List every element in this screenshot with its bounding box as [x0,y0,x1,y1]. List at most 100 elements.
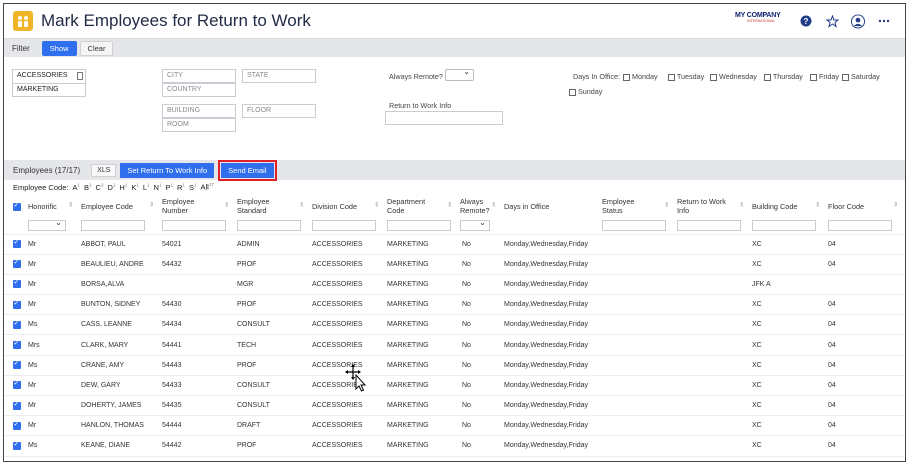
column-header-department-code[interactable]: Department Code ⇕ [385,194,458,218]
letter-filter-all[interactable]: All17 [200,182,213,192]
show-button[interactable]: Show [41,40,77,56]
row-checkbox[interactable] [13,339,21,350]
letter-filter-link[interactable]: L1 [143,182,150,192]
day-checkbox[interactable] [710,73,717,81]
employee-code-filter-input[interactable] [81,220,145,232]
letter-filter-link[interactable]: S1 [189,182,197,192]
day-option-thursday[interactable]: Thursday [764,72,803,81]
day-option-wednesday[interactable]: Wednesday [710,72,757,81]
row-checkbox[interactable] [13,420,21,430]
building-code-filter-input[interactable] [752,220,816,232]
letter-filter-link[interactable]: D1 [107,182,115,192]
column-header-always-remote[interactable]: Always Remote? ⇕ [458,194,502,218]
day-option-monday[interactable]: Monday [623,72,658,81]
sort-arrows-icon[interactable]: ⇕ [224,202,229,211]
letter-filter-link[interactable]: A1 [72,182,80,192]
honorific-filter-select[interactable] [28,218,66,232]
state-input[interactable]: STATE [242,69,316,83]
employee-number-filter-input[interactable] [162,220,226,232]
column-header-employee-number[interactable]: Employee Number ⇕ [160,194,235,218]
sort-arrows-icon[interactable]: ⇕ [893,202,898,211]
list-picker-icon[interactable] [77,72,83,80]
table-row[interactable]: MrBORSA,ALVA MGRACCESSORIESMARKETINGNoMon… [4,274,904,296]
column-header-employee-status[interactable]: Employee Status ⇕ [600,194,675,218]
letter-filter-link[interactable]: H1 [119,182,127,192]
row-checkbox[interactable] [13,359,21,370]
day-option-saturday[interactable]: Saturday [842,72,880,81]
clear-button[interactable]: Clear [79,40,114,56]
employee-status-filter-input[interactable] [602,220,666,232]
column-header-return-to-work-info[interactable]: Return to Work Info ⇕ [675,194,750,218]
day-option-friday[interactable]: Friday [810,72,839,81]
table-row[interactable]: MrABBOT, PAUL54021ADMINACCESSORIESMARKET… [4,234,904,255]
export-xls-button[interactable]: XLS [91,163,117,177]
building-input[interactable]: BUILDING [162,104,236,118]
row-checkbox[interactable] [13,400,21,410]
set-return-info-button[interactable]: Set Return To Work Info [120,162,215,178]
row-checkbox[interactable] [13,379,21,390]
division-listbox-item[interactable]: ACCESSORIES [12,69,86,83]
column-header-employee-standard[interactable]: Employee Standard ⇕ [235,194,310,218]
division-listbox-item[interactable]: MARKETING [12,83,86,97]
row-checkbox[interactable] [13,258,21,269]
table-row[interactable]: MsCRANE, AMY54443PROFACCESSORIESMARKETIN… [4,355,904,376]
column-header-floor-code[interactable]: Floor Code ⇕ [826,194,904,218]
sort-arrows-icon[interactable]: ⇕ [149,202,154,211]
country-input[interactable]: COUNTRY [162,83,236,97]
day-option-sunday[interactable]: Sunday [569,87,602,96]
day-checkbox[interactable] [810,73,817,81]
day-checkbox[interactable] [569,88,576,96]
table-row[interactable]: MrBEAULIEU, ANDRE54432PROFACCESSORIESMAR… [4,254,904,275]
letter-filter-link[interactable]: P1 [165,182,173,192]
row-checkbox[interactable] [13,299,21,309]
favorite-star-icon[interactable] [825,14,839,28]
row-checkbox[interactable] [13,238,21,249]
letter-filter-link[interactable]: C3 [96,182,104,192]
division-code-filter-input[interactable] [312,220,376,232]
select-all-checkbox[interactable] [13,201,21,211]
letter-filter-link[interactable]: R1 [177,182,185,192]
day-option-tuesday[interactable]: Tuesday [668,72,704,81]
column-header-honorific[interactable]: Honorific ⇕ [26,194,79,218]
employee-standard-filter-input[interactable] [237,220,301,232]
table-row[interactable]: MrDEW, GARY54433CONSULTACCESSORIESMARKET… [4,375,904,397]
column-header-building-code[interactable]: Building Code ⇕ [750,194,826,218]
floor-input[interactable]: FLOOR [242,104,316,118]
row-checkbox[interactable] [13,319,21,329]
day-checkbox[interactable] [764,73,771,81]
table-row[interactable]: MsKEANE, DIANE54442PROFACCESSORIESMARKET… [4,435,904,457]
column-header-division-code[interactable]: Division Code ⇕ [310,194,385,218]
row-checkbox[interactable] [13,440,21,450]
return-info-input[interactable] [385,111,503,125]
sort-arrows-icon[interactable]: ⇕ [374,202,379,211]
sort-arrows-icon[interactable]: ⇕ [491,202,496,211]
always-remote-select[interactable]: ⌄ [445,67,474,81]
sort-arrows-icon[interactable]: ⇕ [68,202,73,211]
department-code-filter-input[interactable] [387,220,451,232]
table-row[interactable]: MsLANGLEY, JANET54405MGRACCESSORIESMARKE… [4,456,904,461]
table-row[interactable]: MrDOHERTY, JAMES54435CONSULTACCESSORIESM… [4,395,904,417]
letter-filter-link[interactable]: K1 [131,182,139,192]
sort-arrows-icon[interactable]: ⇕ [447,202,452,211]
city-input[interactable]: CITY [162,69,236,83]
user-avatar-icon[interactable] [851,14,865,28]
column-header-days-in-office[interactable]: Days in Office [502,194,600,218]
letter-filter-link[interactable]: B1 [84,182,92,192]
sort-arrows-icon[interactable]: ⇕ [815,202,820,211]
column-header-employee-code[interactable]: Employee Code ⇕ [79,194,160,218]
more-options-icon[interactable] [877,14,891,28]
floor-code-filter-input[interactable] [828,220,892,232]
sort-arrows-icon[interactable]: ⇕ [299,202,304,211]
letter-filter-link[interactable]: N1 [154,182,162,192]
help-icon[interactable]: ? [799,14,813,28]
row-checkbox[interactable] [13,278,21,289]
always-remote-filter-select[interactable] [460,218,490,232]
return-info-filter-input[interactable] [677,220,741,232]
table-row[interactable]: MrsCLARK, MARY54441TECHACCESSORIESMARKET… [4,334,904,356]
day-checkbox[interactable] [842,73,849,81]
day-checkbox[interactable] [668,73,675,81]
table-row[interactable]: MsCASS, LEANNE54434CONSULTACCESSORIESMAR… [4,314,904,336]
table-row[interactable]: MrHANLON, THOMAS54444DRAFTACCESSORIESMAR… [4,415,904,437]
sort-arrows-icon[interactable]: ⇕ [664,202,669,211]
table-row[interactable]: MrBUNTON, SIDNEY54430PROFACCESSORIESMARK… [4,294,904,316]
